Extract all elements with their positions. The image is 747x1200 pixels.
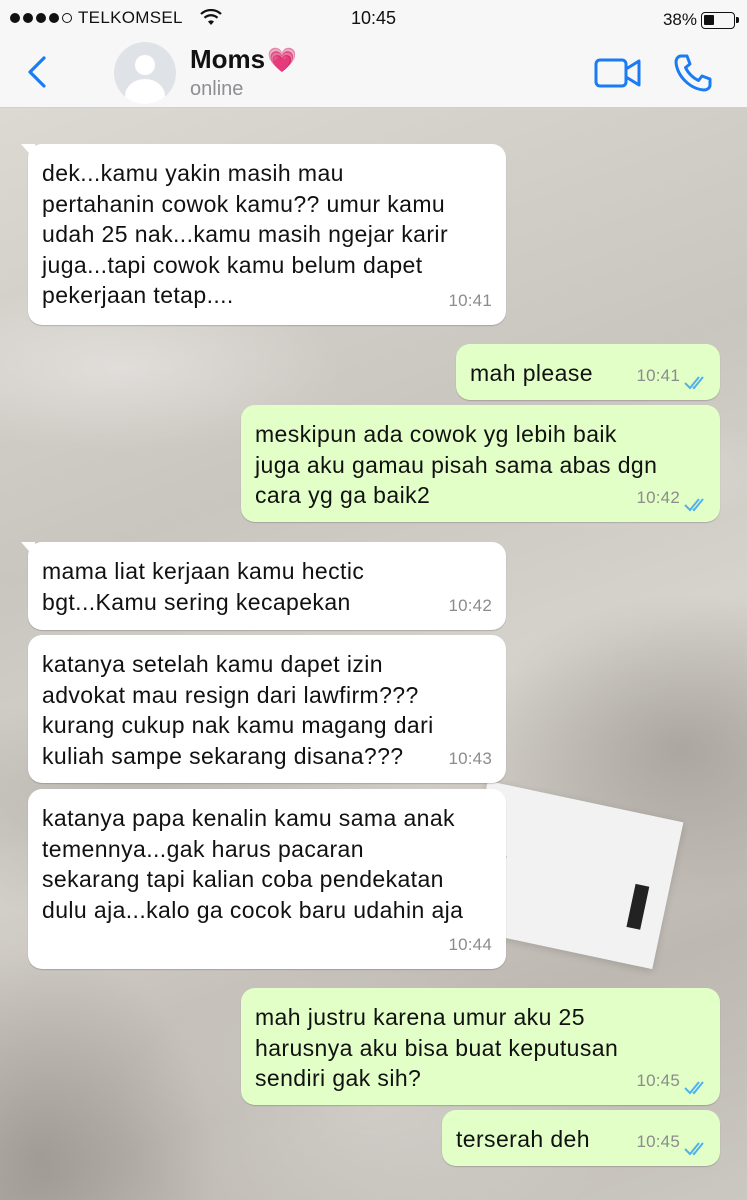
contact-name-text: Moms: [190, 44, 266, 74]
double-check-icon: [684, 1142, 704, 1156]
message-time: 10:43: [448, 748, 492, 768]
message-text: mah please: [470, 360, 593, 386]
message-text: meskipun ada cowok yg lebih baik juga ak…: [255, 421, 658, 508]
battery-level-fill: [704, 15, 714, 25]
double-check-icon: [684, 1081, 704, 1095]
status-time: 10:45: [350, 8, 397, 28]
message-bubble-outgoing[interactable]: mah please 10:41: [456, 344, 720, 400]
message-time: 10:42: [636, 487, 680, 507]
message-time: 10:41: [636, 365, 680, 385]
heart-emoji: 💗: [267, 47, 298, 74]
contact-name[interactable]: Moms💗: [190, 44, 297, 75]
video-call-button[interactable]: [594, 56, 642, 90]
message-text: mah justru karena umur aku 25 harusnya a…: [255, 1004, 619, 1091]
message-bubble-outgoing[interactable]: terserah deh 10:45: [442, 1110, 720, 1166]
message-text: terserah deh: [456, 1126, 590, 1152]
chat-header: Moms💗 online: [0, 38, 747, 108]
battery-percent: 38%: [662, 10, 697, 29]
message-time: 10:42: [448, 595, 492, 615]
message-time: 10:45: [636, 1070, 680, 1090]
double-check-icon: [684, 498, 704, 512]
message-time: 10:44: [448, 934, 492, 954]
message-text: mama liat kerjaan kamu hectic bgt...Kamu…: [42, 558, 365, 615]
message-text: katanya setelah kamu dapet izin advokat …: [42, 651, 434, 769]
video-camera-icon: [594, 58, 641, 88]
message-bubble-incoming[interactable]: katanya papa kenalin kamu sama anak teme…: [28, 789, 506, 969]
message-time: 10:45: [636, 1131, 680, 1151]
message-bubble-incoming[interactable]: katanya setelah kamu dapet izin advokat …: [28, 635, 506, 783]
message-bubble-outgoing[interactable]: meskipun ada cowok yg lebih baik juga ak…: [241, 405, 720, 522]
message-time: 10:41: [448, 290, 492, 310]
message-bubble-incoming[interactable]: mama liat kerjaan kamu hectic bgt...Kamu…: [21, 542, 506, 630]
status-bar: TELKOMSEL 10:45 38%: [0, 0, 747, 38]
message-text: dek...kamu yakin masih mau pertahanin co…: [42, 160, 449, 308]
back-button[interactable]: [20, 52, 56, 92]
contact-avatar[interactable]: [114, 42, 176, 104]
double-check-icon: [684, 376, 704, 390]
chevron-left-icon: [28, 56, 46, 88]
battery-icon: [701, 12, 739, 29]
message-text: katanya papa kenalin kamu sama anak teme…: [42, 805, 464, 923]
voice-call-button[interactable]: [672, 52, 714, 94]
message-bubble-incoming[interactable]: dek...kamu yakin masih mau pertahanin co…: [21, 144, 506, 325]
message-bubble-outgoing[interactable]: mah justru karena umur aku 25 harusnya a…: [241, 988, 720, 1105]
phone-icon: [674, 54, 712, 92]
contact-status: online: [190, 78, 244, 100]
